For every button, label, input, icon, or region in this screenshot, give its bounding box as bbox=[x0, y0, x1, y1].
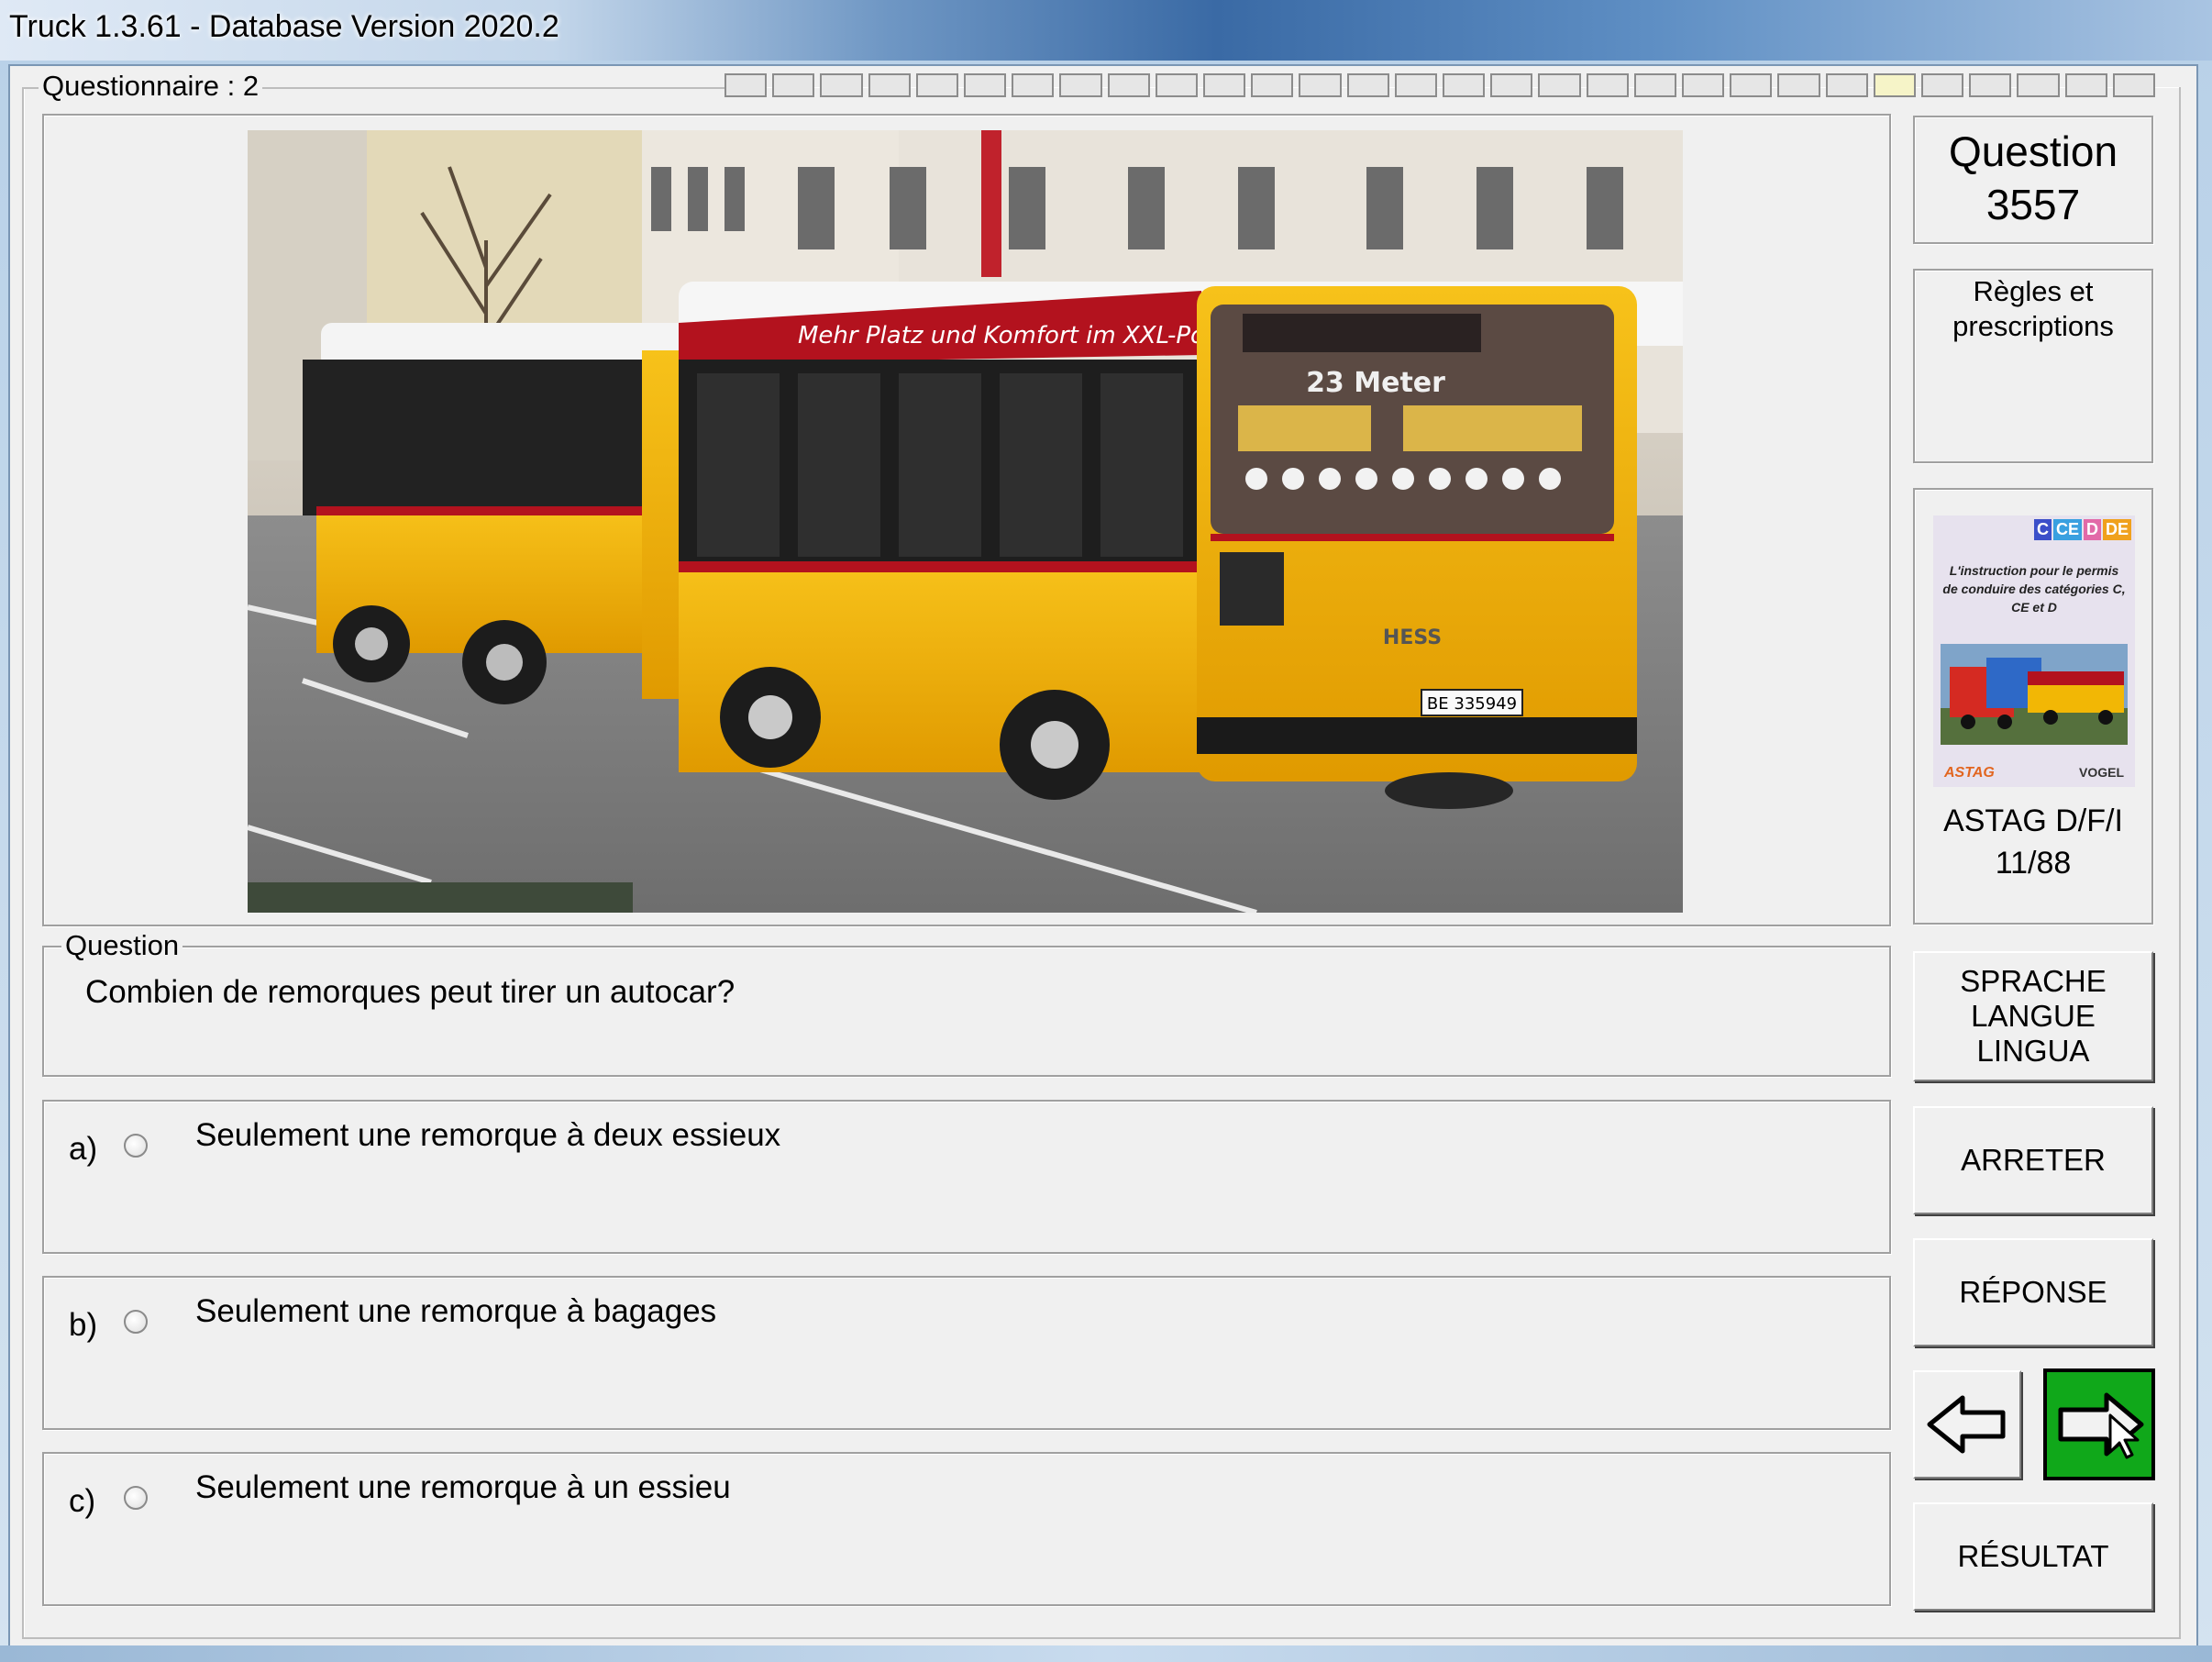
answer-a-text[interactable]: Seulement une remorque à deux essieux bbox=[195, 1117, 780, 1154]
app-window: Truck 1.3.61 - Database Version 2020.2 Q… bbox=[0, 0, 2212, 1662]
progress-segment bbox=[1059, 73, 1102, 97]
bus-photo: Mehr Platz und Komfort im XXL-Postauto 2… bbox=[248, 130, 1683, 913]
progress-segment bbox=[1730, 73, 1773, 97]
answer-c-radio[interactable] bbox=[124, 1486, 148, 1510]
rules-box[interactable]: Règles et prescriptions bbox=[1913, 269, 2153, 463]
answer-c-text[interactable]: Seulement une remorque à un essieu bbox=[195, 1469, 731, 1506]
stop-button[interactable]: ARRETER bbox=[1913, 1106, 2153, 1214]
stop-button-label: ARRETER bbox=[1961, 1143, 2106, 1177]
question-photo: Mehr Platz und Komfort im XXL-Postauto 2… bbox=[248, 130, 1683, 913]
progress-segment bbox=[2017, 73, 2060, 97]
progress-segment bbox=[1586, 73, 1629, 97]
progress-segment bbox=[2112, 73, 2156, 97]
progress-segment bbox=[1012, 73, 1055, 97]
rules-line1: Règles et bbox=[1973, 275, 2094, 307]
progress-segment bbox=[2064, 73, 2107, 97]
rules-line2: prescriptions bbox=[1952, 310, 2114, 342]
question-number-label: Question bbox=[1948, 127, 2118, 175]
progress-segment bbox=[1969, 73, 2012, 97]
arrow-left-icon bbox=[1927, 1395, 2006, 1454]
answer-a-radio[interactable] bbox=[124, 1134, 148, 1158]
window-bottom-border bbox=[0, 1645, 2212, 1662]
progress-segment bbox=[1203, 73, 1246, 97]
question-number-box: Question 3557 bbox=[1913, 116, 2153, 244]
answer-b-text[interactable]: Seulement une remorque à bagages bbox=[195, 1293, 716, 1330]
progress-segment bbox=[1443, 73, 1486, 97]
book-category-tags: C CE D DE bbox=[2033, 519, 2131, 540]
answer-button-label: RÉPONSE bbox=[1959, 1275, 2107, 1309]
license-plate-text: BE 335949 bbox=[1427, 694, 1517, 714]
previous-button[interactable] bbox=[1913, 1370, 2021, 1479]
progress-segment bbox=[724, 73, 768, 97]
answer-button[interactable]: RÉPONSE bbox=[1913, 1238, 2153, 1346]
book-title-text: L'instruction pour le permis de conduire… bbox=[1942, 563, 2126, 615]
progress-segment bbox=[1155, 73, 1199, 97]
progress-segment bbox=[1251, 73, 1294, 97]
bus-brand-text: HESS bbox=[1383, 626, 1442, 649]
book-tag-c: C bbox=[2033, 519, 2052, 540]
progress-segment bbox=[1299, 73, 1342, 97]
progress-segment bbox=[964, 73, 1007, 97]
question-legend: Question bbox=[61, 930, 183, 961]
result-button-label: RÉSULTAT bbox=[1957, 1539, 2109, 1573]
window-title: Truck 1.3.61 - Database Version 2020.2 bbox=[9, 9, 559, 44]
progress-segment bbox=[820, 73, 863, 97]
book-caption-line1: ASTAG D/F/I bbox=[1943, 803, 2123, 838]
progress-segment bbox=[1682, 73, 1725, 97]
progress-segment bbox=[1490, 73, 1533, 97]
progress-segment bbox=[868, 73, 911, 97]
progress-segment bbox=[1921, 73, 1964, 97]
answer-b-radio[interactable] bbox=[124, 1310, 148, 1334]
answer-b-letter: b) bbox=[69, 1307, 98, 1343]
result-button[interactable]: RÉSULTAT bbox=[1913, 1502, 2153, 1611]
language-line2: LANGUE bbox=[1971, 999, 2096, 1033]
book-tag-d: D bbox=[2083, 519, 2101, 540]
book-caption-line2: 11/88 bbox=[1995, 846, 2072, 881]
book-tag-de: DE bbox=[2102, 519, 2131, 540]
language-line3: LINGUA bbox=[1976, 1034, 2090, 1068]
book-logo-left: ASTAG bbox=[1944, 765, 1995, 781]
title-bar[interactable]: Truck 1.3.61 - Database Version 2020.2 bbox=[0, 0, 2212, 61]
book-cover-image: C CE D DE L'instruction pour le permis d… bbox=[1933, 515, 2135, 787]
progress-segment bbox=[1107, 73, 1150, 97]
answer-c-letter: c) bbox=[69, 1483, 96, 1519]
progress-segment bbox=[1777, 73, 1820, 97]
progress-segment bbox=[1633, 73, 1677, 97]
book-tag-ce: CE bbox=[2052, 519, 2082, 540]
answer-a-letter: a) bbox=[69, 1131, 98, 1167]
progress-segment bbox=[1873, 73, 1917, 97]
book-logo-right: VOGEL bbox=[2078, 765, 2124, 780]
language-line1: SPRACHE bbox=[1960, 964, 2107, 998]
progress-segment bbox=[1346, 73, 1389, 97]
question-number: 3557 bbox=[1985, 181, 2081, 228]
language-button[interactable]: SPRACHE LANGUE LINGUA bbox=[1913, 951, 2153, 1081]
progress-segment bbox=[1538, 73, 1581, 97]
next-button[interactable] bbox=[2043, 1368, 2155, 1480]
progress-segment bbox=[1394, 73, 1438, 97]
progress-segment bbox=[915, 73, 959, 97]
progress-segment bbox=[1825, 73, 1868, 97]
bus-display-text: 23 Meter bbox=[1306, 367, 1445, 399]
progress-segment bbox=[772, 73, 815, 97]
reference-book-box[interactable]: C CE D DE L'instruction pour le permis d… bbox=[1913, 488, 2153, 925]
arrow-right-icon bbox=[2058, 1392, 2144, 1459]
question-text: Combien de remorques peut tirer un autoc… bbox=[85, 974, 735, 1010]
questionnaire-label: Questionnaire : 2 bbox=[39, 71, 263, 102]
progress-bar bbox=[724, 73, 2156, 97]
book-cover-truck-illustration bbox=[1941, 644, 2128, 745]
question-panel bbox=[42, 946, 1891, 1077]
